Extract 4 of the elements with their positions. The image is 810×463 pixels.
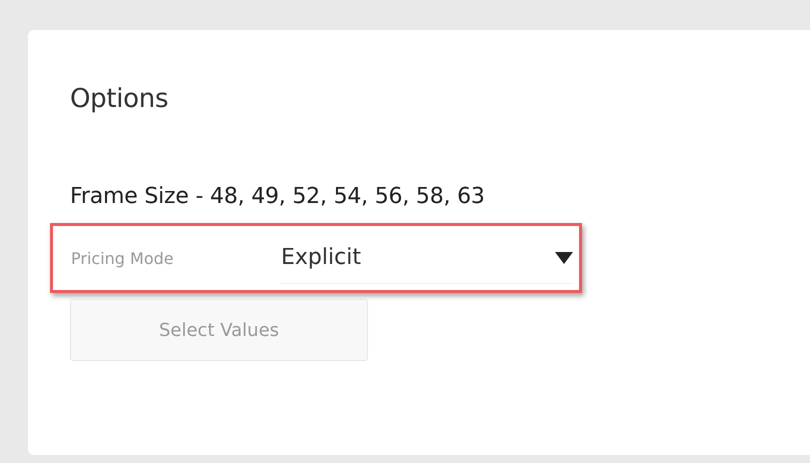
field-label: Pricing Mode [71,248,175,268]
pricing-mode-dropdown[interactable]: Explicit [281,232,573,284]
option-label: Frame Size - 48, 49, 52, 54, 56, 58, 63 [70,184,486,209]
panel-title: Options [70,84,170,114]
